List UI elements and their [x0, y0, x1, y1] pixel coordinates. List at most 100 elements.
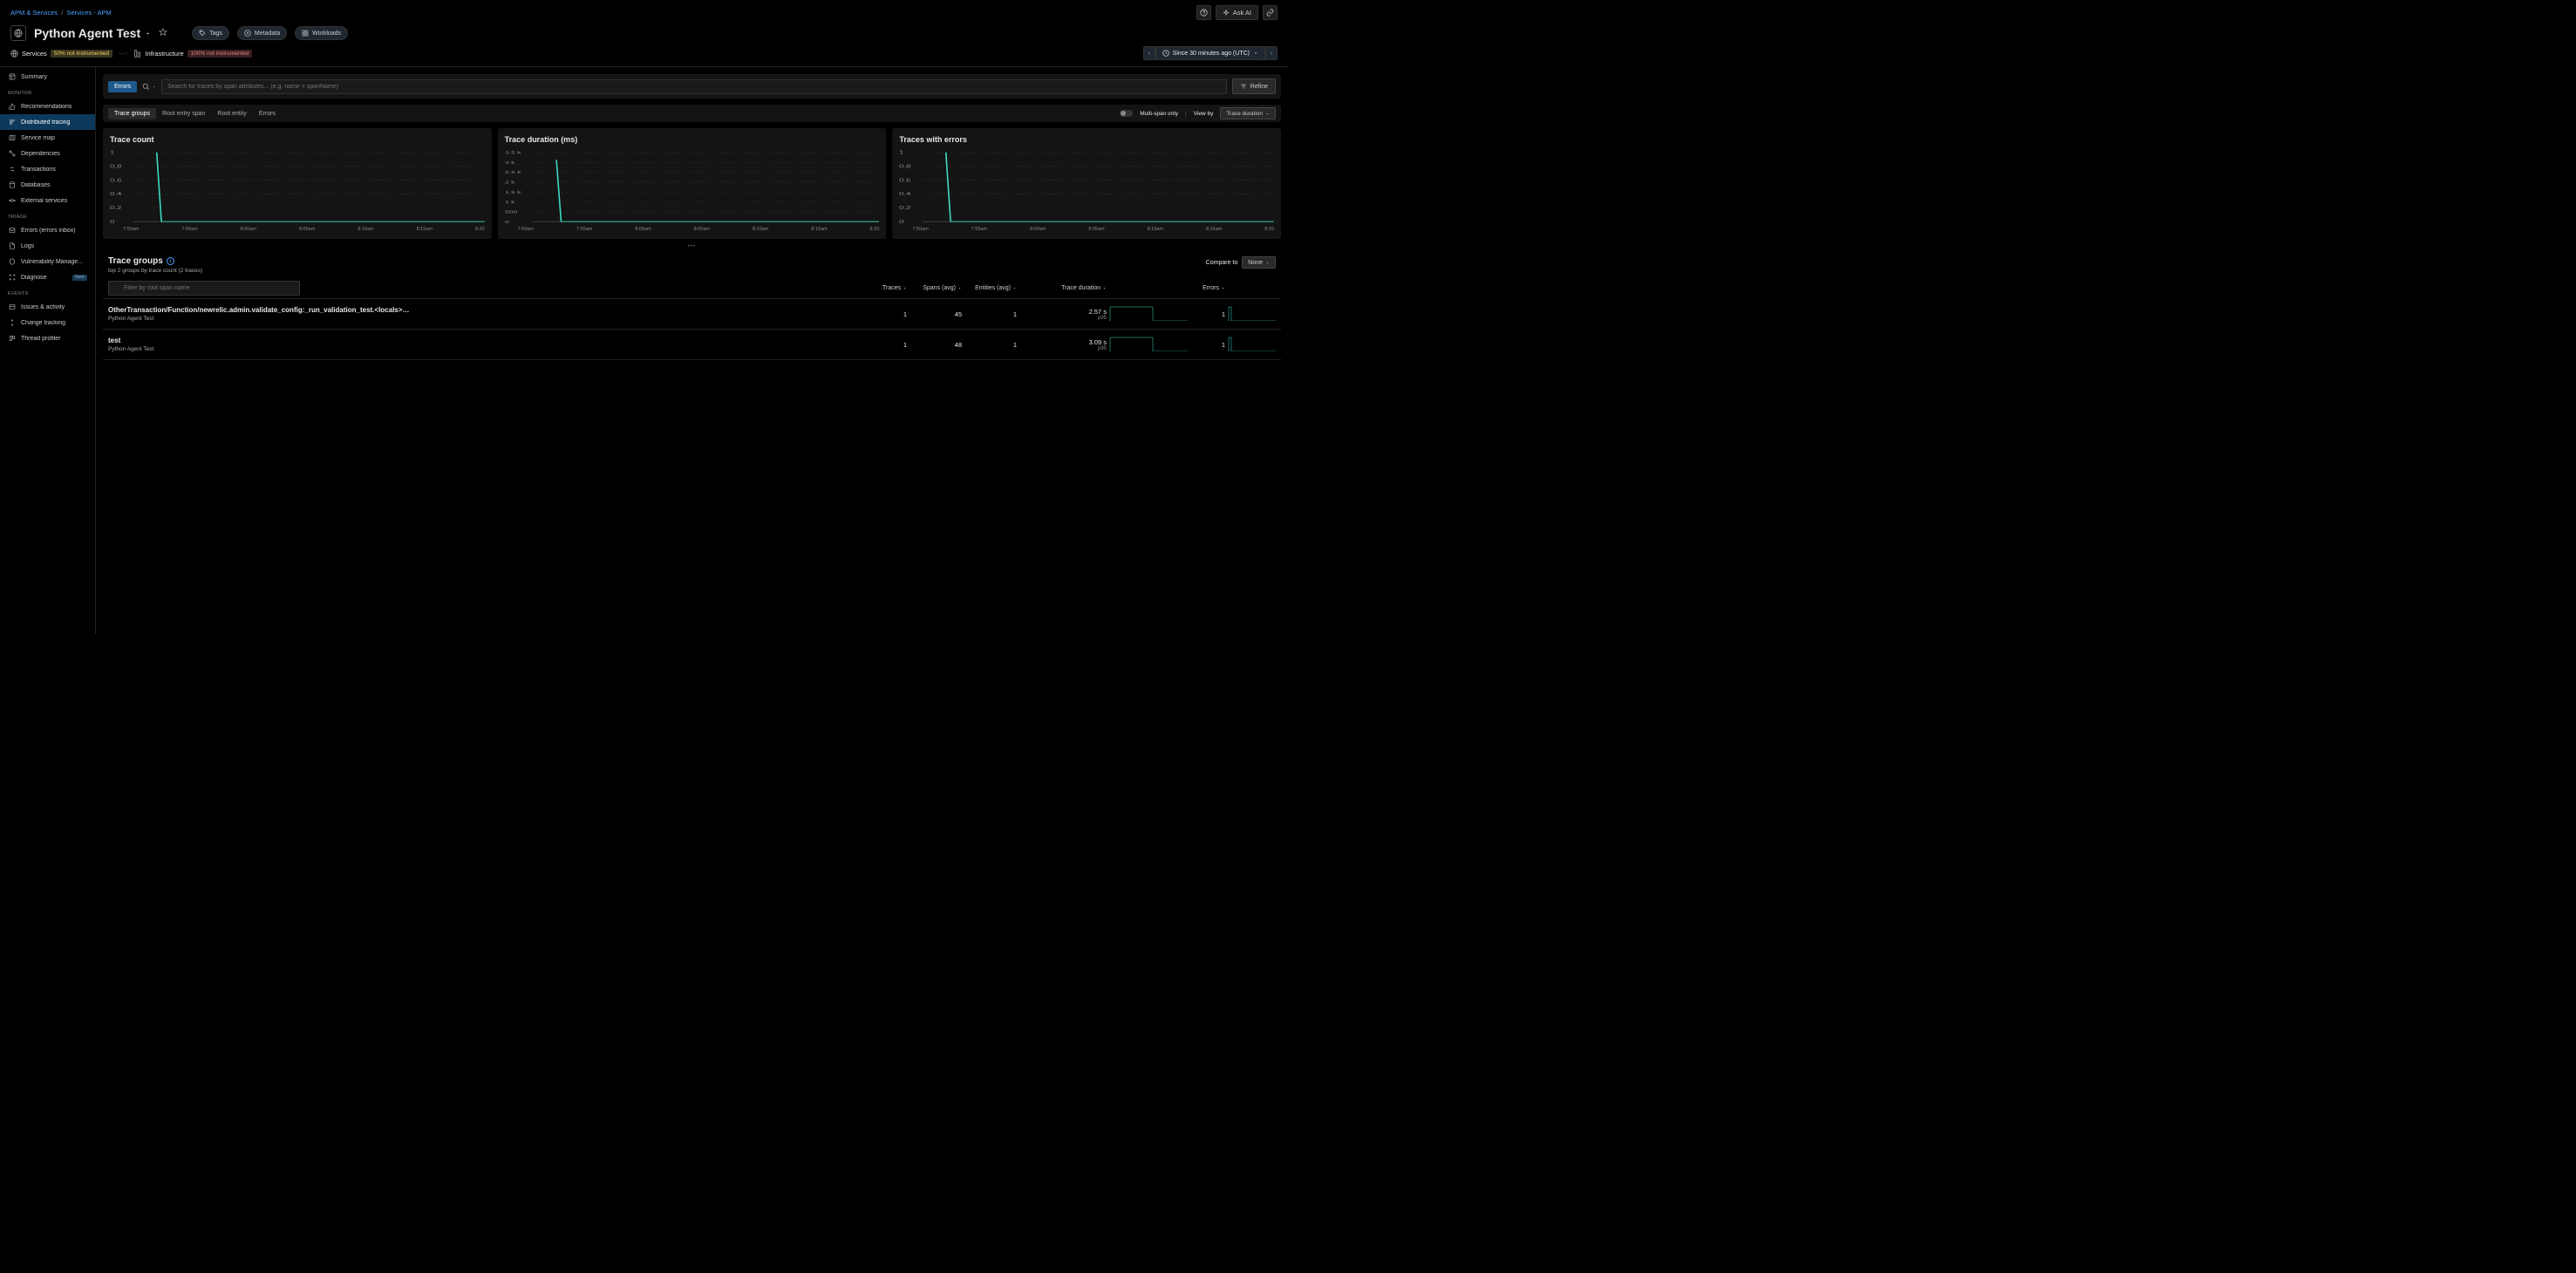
shield-icon: [8, 258, 16, 266]
sidebar: Summary MONITOR Recommendations Distribu…: [0, 67, 96, 634]
cell-spans: 45: [910, 310, 962, 318]
sidebar-item-summary[interactable]: Summary: [0, 69, 95, 85]
col-traces[interactable]: Traces: [872, 285, 907, 291]
new-badge: New: [72, 275, 87, 281]
status-row: Services 50% not instrumented —○ Infrast…: [0, 46, 1288, 67]
row-name: OtherTransaction/Function/newrelic.admin…: [108, 306, 869, 314]
row-service: Python Agent Test: [108, 346, 869, 352]
errors-filter-chip[interactable]: Errors: [108, 81, 137, 92]
col-spans[interactable]: Spans (avg): [910, 285, 962, 291]
svg-text:1 k: 1 k: [505, 201, 515, 205]
sidebar-item-diagnose[interactable]: Diagnose New: [0, 269, 95, 285]
sidebar-item-databases[interactable]: Databases: [0, 177, 95, 193]
groups-subtitle: top 2 groups by trace count (2 traces): [108, 268, 202, 274]
svg-text:0.2: 0.2: [110, 205, 121, 210]
chevron-down-icon: [145, 31, 151, 37]
col-errors[interactable]: Errors: [1190, 285, 1225, 291]
multi-span-toggle[interactable]: [1120, 110, 1133, 117]
title-row: Python Agent Test Tags Metadata Workload…: [0, 24, 1288, 46]
sidebar-item-issues[interactable]: Issues & activity: [0, 299, 95, 315]
main-content: Errors Refine Trace groups Root entry sp…: [96, 67, 1288, 634]
resize-handle[interactable]: •••: [103, 242, 1281, 250]
svg-text:1: 1: [110, 150, 114, 155]
tab-row: Trace groups Root entry span Root entity…: [103, 105, 1281, 122]
table-row[interactable]: OtherTransaction/Function/newrelic.admin…: [103, 298, 1281, 329]
svg-text:0.2: 0.2: [899, 205, 910, 210]
connector-icon: —○: [119, 51, 127, 57]
svg-text:0: 0: [899, 219, 903, 224]
services-status[interactable]: Services 50% not instrumented: [10, 50, 112, 58]
sidebar-item-external-services[interactable]: External services: [0, 193, 95, 208]
infra-status[interactable]: Infrastructure 100% not instrumented: [133, 50, 252, 58]
chart-trace-duration: Trace duration (ms) 3.5 k 3 k 2.5 k 2 k …: [498, 128, 887, 239]
page-title[interactable]: Python Agent Test: [34, 26, 151, 40]
svg-text:0: 0: [505, 221, 509, 224]
inbox-icon: [8, 227, 16, 235]
sidebar-item-thread-profiler[interactable]: Thread profiler: [0, 330, 95, 346]
profiler-icon: [8, 335, 16, 343]
time-prev-button[interactable]: ‹: [1143, 46, 1155, 60]
help-icon[interactable]: [1196, 5, 1211, 20]
tab-trace-groups[interactable]: Trace groups: [108, 108, 156, 119]
table-row[interactable]: test Python Agent Test 1 48 1 3.09 s p95…: [103, 329, 1281, 359]
infra-badge: 100% not instrumented: [187, 50, 253, 58]
svg-text:0: 0: [110, 219, 114, 224]
sparkline-errors: [1228, 305, 1276, 323]
sidebar-heading-events: EVENTS: [0, 285, 95, 299]
cell-errors: 1: [1190, 310, 1225, 318]
svg-text:2.5 k: 2.5 k: [505, 171, 521, 175]
svg-text:0.4: 0.4: [110, 192, 122, 197]
row-service: Python Agent Test: [108, 316, 869, 322]
search-dropdown-button[interactable]: [142, 83, 156, 91]
tags-button[interactable]: Tags: [192, 26, 229, 40]
logs-icon: [8, 242, 16, 250]
sidebar-item-change-tracking[interactable]: Change tracking: [0, 315, 95, 330]
filter-row: Traces Spans (avg) Entities (avg) Trace …: [103, 278, 1281, 298]
row-name: test: [108, 337, 869, 344]
summary-icon: [8, 73, 16, 81]
sidebar-item-dependencies[interactable]: Dependencies: [0, 146, 95, 161]
breadcrumb-root[interactable]: APM & Services: [10, 9, 58, 17]
sidebar-item-distributed-tracing[interactable]: Distributed tracing: [0, 114, 95, 130]
chart-xaxis: 7:50am7:55am8:00am8:05am8:10am8:15am8:20: [110, 227, 485, 232]
time-next-button[interactable]: ›: [1265, 46, 1278, 60]
metadata-button[interactable]: Metadata: [237, 26, 287, 40]
cell-entities: 1: [964, 310, 1017, 318]
breadcrumb-bar: APM & Services / Services - APM Ask AI: [0, 0, 1288, 24]
workloads-button[interactable]: Workloads: [295, 26, 348, 40]
info-icon[interactable]: i: [167, 257, 174, 265]
sidebar-item-transactions[interactable]: Transactions: [0, 161, 95, 177]
tracing-icon: [8, 119, 16, 126]
favorite-button[interactable]: [159, 28, 167, 38]
col-duration[interactable]: Trace duration: [1019, 285, 1107, 291]
search-input[interactable]: [161, 79, 1227, 94]
time-range-button[interactable]: Since 30 minutes ago (UTC): [1155, 46, 1265, 60]
cell-traces: 1: [872, 310, 907, 318]
charts-row: Trace count 1 0.8 0.6 0.4 0.2 0: [103, 128, 1281, 239]
compare-select[interactable]: None: [1242, 256, 1276, 269]
tab-root-entity[interactable]: Root entity: [211, 108, 252, 119]
sidebar-item-recommendations[interactable]: Recommendations: [0, 99, 95, 114]
search-toolbar: Errors Refine: [103, 74, 1281, 99]
filter-input[interactable]: [108, 281, 300, 296]
link-icon[interactable]: [1263, 5, 1278, 20]
sidebar-item-errors-inbox[interactable]: Errors (errors inbox): [0, 222, 95, 238]
col-entities[interactable]: Entities (avg): [964, 285, 1017, 291]
tab-root-entry-span[interactable]: Root entry span: [156, 108, 211, 119]
tab-errors[interactable]: Errors: [253, 108, 282, 119]
database-icon: [8, 181, 16, 189]
entity-icon: [10, 25, 26, 41]
breadcrumb-current[interactable]: Services - APM: [66, 9, 111, 17]
sidebar-item-vulnerability[interactable]: Vulnerability Manageme…: [0, 254, 95, 269]
ask-ai-button[interactable]: Ask AI: [1216, 5, 1258, 20]
svg-text:0.4: 0.4: [899, 192, 911, 197]
sidebar-heading-triage: TRIAGE: [0, 208, 95, 222]
sidebar-item-logs[interactable]: Logs: [0, 238, 95, 254]
svg-text:2 k: 2 k: [505, 180, 515, 185]
refine-button[interactable]: Refine: [1232, 78, 1276, 94]
sidebar-item-service-map[interactable]: Service map: [0, 130, 95, 146]
change-icon: [8, 319, 16, 327]
multi-span-label: Multi-span only: [1140, 111, 1178, 117]
view-by-select[interactable]: Trace duration: [1220, 107, 1276, 119]
breadcrumb-sep: /: [61, 9, 63, 17]
